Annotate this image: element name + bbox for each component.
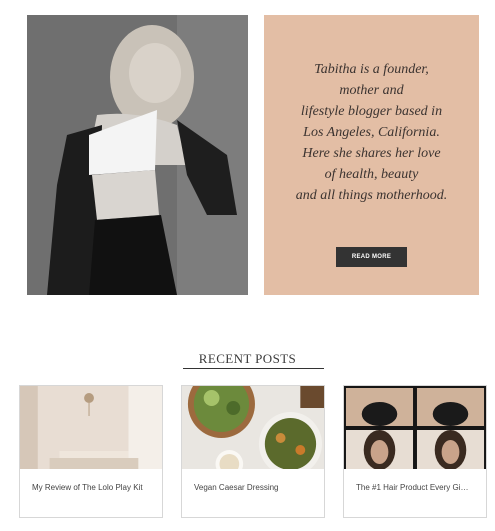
recent-posts-heading: RECENT POSTS <box>198 351 297 366</box>
bio-panel: Tabitha is a founder, mother and lifesty… <box>264 15 479 295</box>
post-card[interactable]: The #1 Hair Product Every Gi… <box>343 385 487 518</box>
hero-photo <box>27 15 248 295</box>
portrait-image <box>27 15 248 295</box>
post-title[interactable]: Vegan Caesar Dressing <box>194 483 316 492</box>
read-more-button[interactable]: READ MORE <box>336 247 407 267</box>
post-card[interactable]: Vegan Caesar Dressing <box>181 385 325 518</box>
nursery-room-image <box>20 386 162 469</box>
post-card[interactable]: My Review of The Lolo Play Kit <box>19 385 163 518</box>
bio-text: Tabitha is a founder, mother and lifesty… <box>295 62 448 203</box>
post-title[interactable]: My Review of The Lolo Play Kit <box>32 483 154 492</box>
salad-bowl-image <box>182 386 324 469</box>
heading-divider <box>183 368 324 369</box>
hair-collage-image <box>344 386 486 469</box>
post-title[interactable]: The #1 Hair Product Every Gi… <box>356 483 478 492</box>
